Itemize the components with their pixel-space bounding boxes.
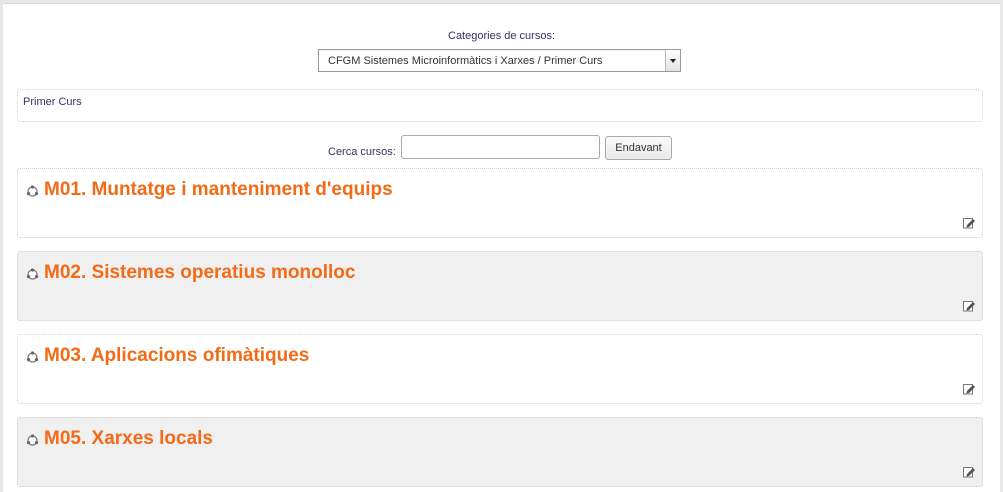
course-icon	[26, 268, 39, 280]
course-icon	[26, 434, 39, 446]
chevron-down-icon[interactable]	[665, 50, 680, 71]
category-select-value: CFGM Sistemes Microinformàtics i Xarxes …	[328, 55, 603, 67]
self-enrolment-icon	[963, 218, 975, 229]
course-icon	[26, 351, 39, 363]
category-description-box: Primer Curs	[17, 89, 983, 122]
course-title-link[interactable]: M01. Muntatge i manteniment d'equips	[44, 179, 393, 201]
search-courses-input[interactable]	[401, 135, 600, 159]
course-box: M01. Muntatge i manteniment d'equips	[17, 168, 983, 238]
search-go-button[interactable]: Endavant	[605, 136, 672, 160]
course-title-link[interactable]: M03. Aplicacions ofimàtiques	[44, 345, 309, 367]
course-box: M03. Aplicacions ofimàtiques	[17, 334, 983, 404]
course-category-page: Categories de cursos: CFGM Sistemes Micr…	[3, 3, 1000, 492]
self-enrolment-icon	[963, 467, 975, 478]
course-icon	[26, 185, 39, 197]
course-title-link[interactable]: M05. Xarxes locals	[44, 428, 213, 450]
category-description: Primer Curs	[23, 96, 82, 108]
course-title-link[interactable]: M02. Sistemes operatius monolloc	[44, 262, 355, 284]
self-enrolment-icon	[963, 384, 975, 395]
search-courses-label: Cerca cursos:	[328, 146, 396, 158]
course-box: M05. Xarxes locals	[17, 417, 983, 487]
self-enrolment-icon	[963, 301, 975, 312]
categories-label: Categories de cursos:	[448, 30, 555, 42]
category-select[interactable]: CFGM Sistemes Microinformàtics i Xarxes …	[318, 49, 681, 72]
course-box: M02. Sistemes operatius monolloc	[17, 251, 983, 321]
